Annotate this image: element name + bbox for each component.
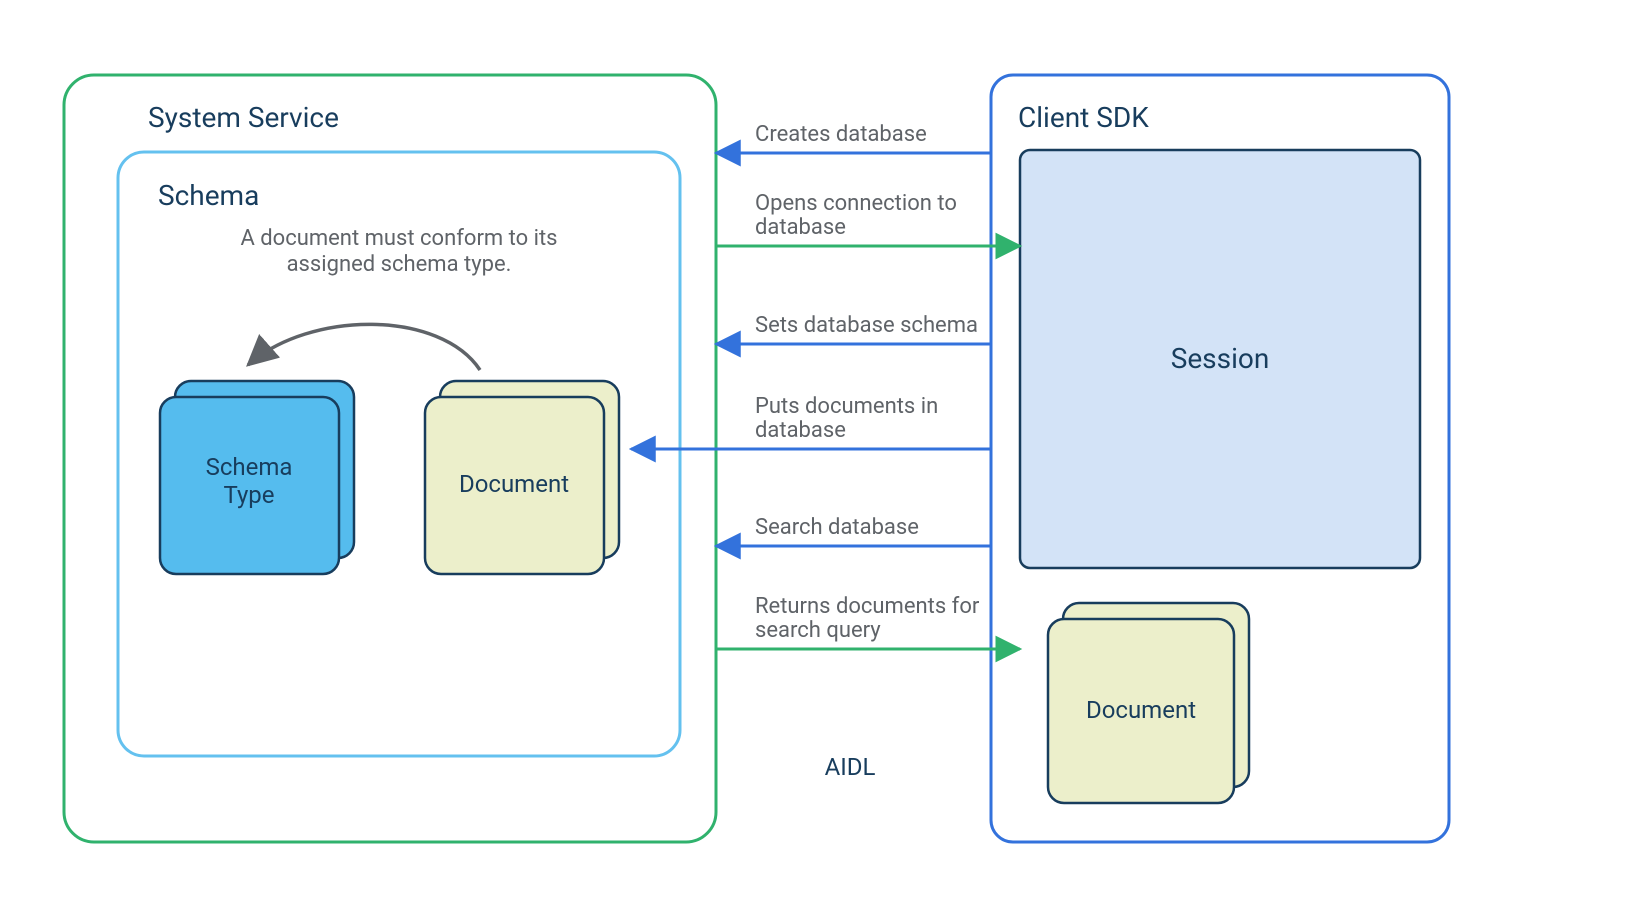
client-sdk-title: Client SDK [1018, 101, 1149, 134]
arrow-puts-documents-in-database: Puts documents indatabase [631, 394, 991, 449]
session-label: Session [1171, 342, 1270, 375]
schema-note: A document must conform to itsassigned s… [240, 226, 557, 277]
arrow-returns-documents: Returns documents forsearch query [716, 594, 1020, 649]
document-client-label: Document [1086, 696, 1196, 724]
document-schema-label: Document [459, 470, 569, 498]
conform-arrow [248, 324, 480, 370]
schema-type-node: SchemaType [160, 381, 354, 574]
session-node: Session [1020, 150, 1420, 568]
document-client-node: Document [1048, 603, 1249, 803]
system-service-title: System Service [148, 101, 339, 134]
arrow-label-returns-documents: Returns documents forsearch query [755, 594, 980, 643]
schema-title: Schema [158, 179, 259, 212]
arrow-opens-connection: Opens connection todatabase [716, 191, 1020, 246]
arrow-creates-database: Creates database [716, 122, 991, 153]
arrow-label-puts-documents-in-database: Puts documents indatabase [755, 394, 938, 443]
architecture-diagram: Client SDK System Service Schema A docum… [0, 0, 1635, 918]
arrow-label-opens-connection: Opens connection todatabase [755, 191, 957, 240]
arrow-layer: Creates database Opens connection todatab… [631, 122, 1020, 649]
arrow-sets-database-schema: Sets database schema [716, 313, 991, 344]
arrow-label-sets-database-schema: Sets database schema [755, 313, 978, 338]
aidl-label: AIDL [825, 753, 876, 781]
arrow-label-creates-database: Creates database [755, 122, 927, 147]
document-schema-node: Document [425, 381, 619, 574]
arrow-label-search-database: Search database [755, 515, 919, 540]
arrow-search-database: Search database [716, 515, 991, 546]
